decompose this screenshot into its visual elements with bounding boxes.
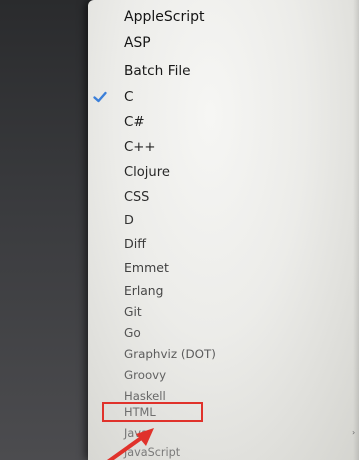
menu-item-label: C#: [124, 115, 145, 130]
menu-item-label: Go: [124, 326, 141, 340]
scroll-indicator[interactable]: ›: [352, 428, 357, 437]
menu-item-css[interactable]: CSS: [88, 187, 350, 209]
menu-item-label: Clojure: [124, 165, 170, 180]
check-icon: [93, 91, 107, 103]
menu-item-applescript[interactable]: AppleScript: [88, 6, 350, 28]
menu-item-c[interactable]: C#: [88, 112, 350, 134]
menu-item-label: AppleScript: [124, 9, 205, 25]
menu-item-label: C++: [124, 140, 156, 155]
syntax-language-menu: AppleScript ASP Batch File C C# C++ Clojure CSS…: [88, 0, 359, 460]
menu-item-label: Erlang: [124, 284, 164, 298]
menu-item-go[interactable]: Go: [88, 322, 350, 344]
menu-item-c[interactable]: C: [88, 86, 350, 108]
menu-item-asp[interactable]: ASP: [88, 32, 350, 54]
menu-item-label: Diff: [124, 236, 147, 251]
menu-item-clojure[interactable]: Clojure: [88, 162, 350, 184]
menu-item-label: D: [124, 213, 134, 228]
background-window: [0, 0, 96, 460]
arrow-icon: [106, 428, 154, 460]
menu-item-label: Batch File: [124, 63, 191, 79]
menu-item-label: ASP: [124, 35, 151, 51]
menu-item-c[interactable]: C++: [88, 137, 350, 159]
menu-item-batch-file[interactable]: Batch File: [88, 60, 350, 82]
menu-item-label: Emmet: [124, 260, 169, 275]
menu-item-d[interactable]: D: [88, 210, 350, 232]
screenshot: AppleScript ASP Batch File C C# C++ Clojure CSS…: [0, 0, 359, 460]
menu-item-git[interactable]: Git: [88, 301, 350, 323]
menu-item-label: CSS: [124, 190, 150, 205]
menu-item-label: Git: [124, 305, 142, 319]
menu-item-label: Groovy: [124, 368, 167, 382]
html-highlight-annotation: [102, 402, 203, 422]
menu-item-erlang[interactable]: Erlang: [88, 280, 350, 302]
menu-item-label: Graphviz (DOT): [124, 347, 216, 361]
menu-item-label: C: [124, 89, 134, 105]
menu-item-graphviz-dot[interactable]: Graphviz (DOT): [88, 343, 350, 365]
menu-item-groovy[interactable]: Groovy: [88, 364, 350, 386]
menu-item-emmet[interactable]: Emmet: [88, 257, 350, 279]
menu-edge: [353, 0, 359, 460]
menu-item-diff[interactable]: Diff: [88, 233, 350, 255]
